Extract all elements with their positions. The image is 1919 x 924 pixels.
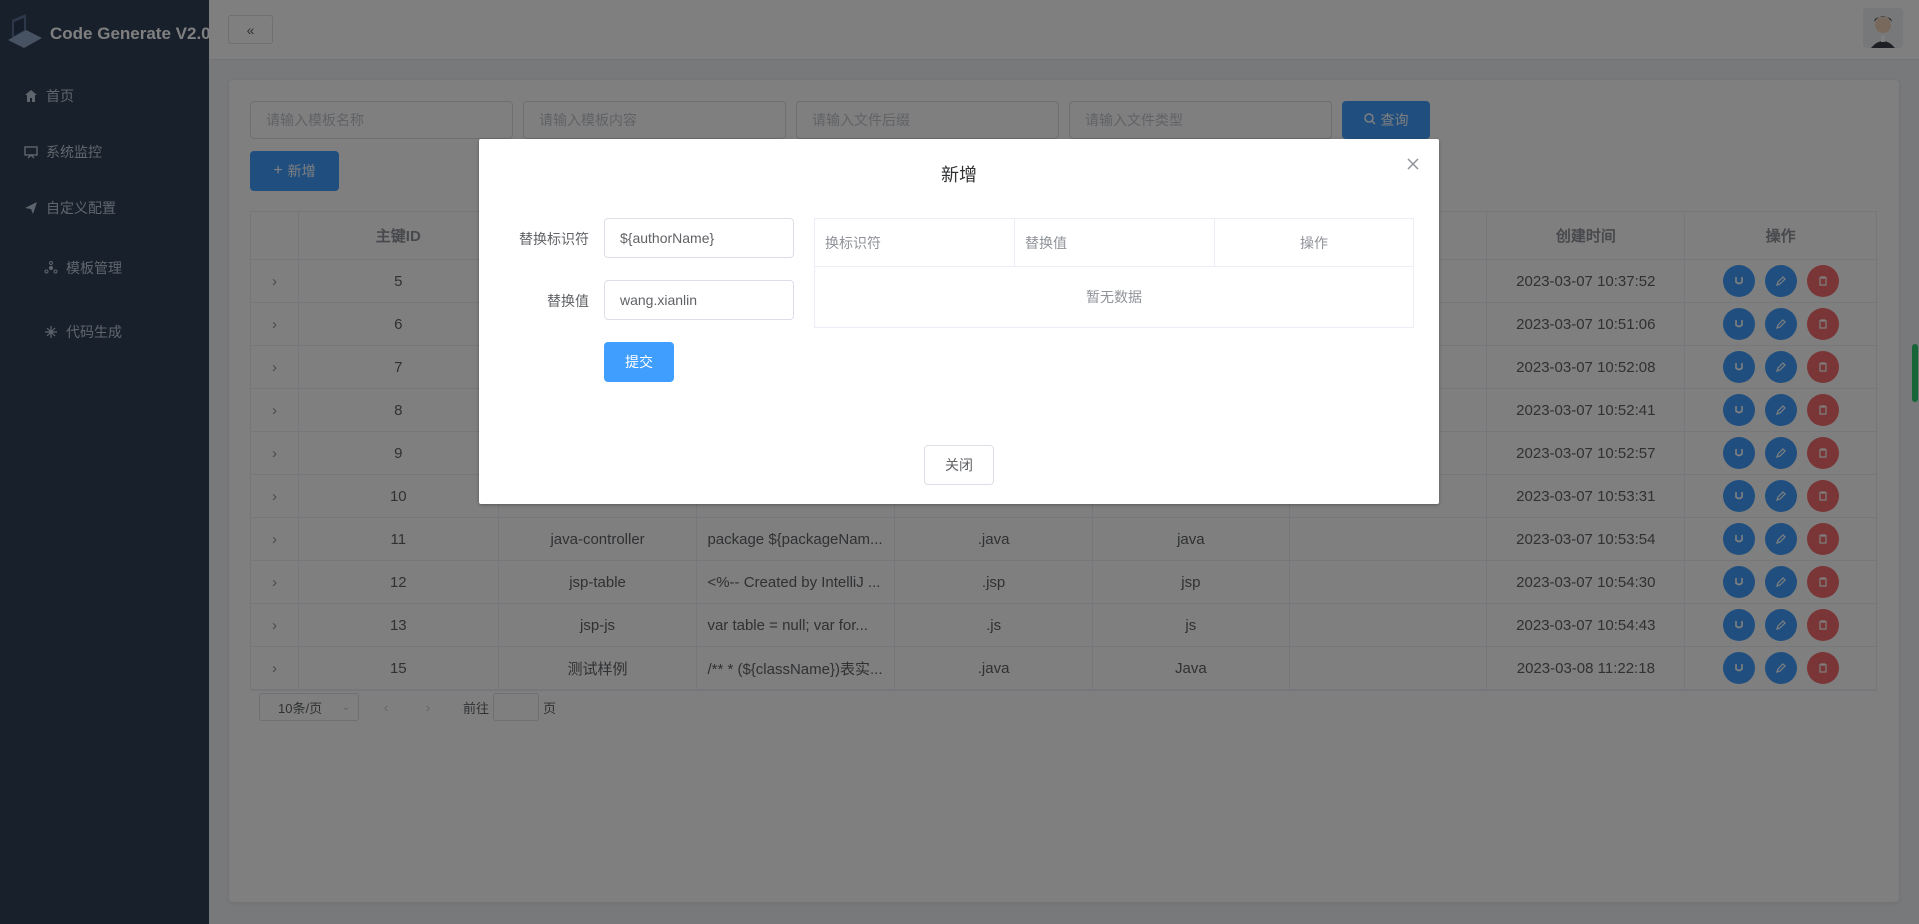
close-button[interactable]: 关闭 — [924, 445, 994, 485]
header-actions: 操作 — [1300, 234, 1328, 251]
replacement-table: 换标识符 替换值 操作 暂无数据 — [814, 218, 1414, 328]
close-icon[interactable] — [1405, 157, 1421, 173]
dialog-title: 新增 — [941, 165, 977, 185]
replace-value-input[interactable]: wang.xianlin — [604, 280, 794, 320]
identifier-input[interactable]: ${authorName} — [604, 218, 794, 258]
replace-value-label: 替换值 — [547, 293, 589, 309]
identifier-label: 替换标识符 — [519, 231, 589, 247]
replacement-table-header: 换标识符 替换值 操作 — [815, 219, 1413, 267]
add-dialog: 新增 替换标识符 ${authorName} 替换值 wang.xianlin … — [479, 139, 1439, 504]
header-identifier: 换标识符 — [815, 219, 1015, 266]
submit-button[interactable]: 提交 — [604, 342, 674, 382]
empty-state: 暂无数据 — [1086, 289, 1142, 305]
header-value: 替换值 — [1015, 219, 1215, 266]
